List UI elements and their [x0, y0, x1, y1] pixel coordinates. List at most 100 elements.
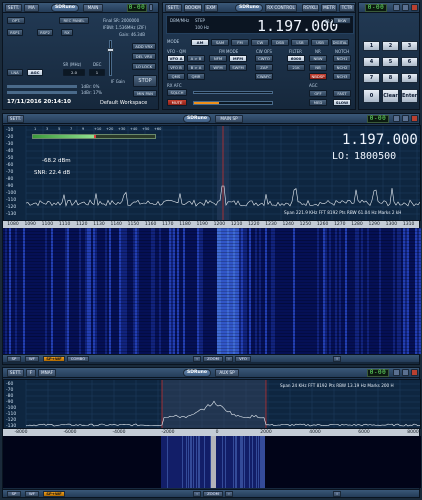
keypad-key-8[interactable]: 8: [382, 73, 399, 83]
sr-select[interactable]: 2.0: [63, 69, 85, 76]
keypad-key-3[interactable]: 3: [401, 41, 418, 51]
mode-sam-button[interactable]: SAM: [211, 39, 229, 46]
main-spectrum[interactable]: -10 -20 -30 -40 -50 -60 -70 -80 -90 -100 -110 -120 -…: [3, 125, 421, 221]
mode-dsb-button[interactable]: DSB: [271, 39, 289, 46]
if-gain-thumb[interactable]: [107, 48, 114, 52]
keypad-key-9[interactable]: 9: [401, 73, 418, 83]
mode-fm-button[interactable]: FM: [231, 39, 249, 46]
close-icon[interactable]: [411, 369, 418, 376]
vfo-b-button[interactable]: VFO B: [167, 64, 185, 71]
wf-button[interactable]: WF: [25, 356, 39, 362]
aux-sp-button[interactable]: SP: [7, 491, 21, 497]
vfo-a-button[interactable]: VFO A: [167, 55, 185, 62]
tctr-button[interactable]: TCTR: [339, 4, 355, 12]
keypad-key-clear[interactable]: Clear: [382, 89, 399, 103]
nch2-button[interactable]: NCH2: [333, 64, 351, 71]
nbw-button[interactable]: NBW: [309, 55, 327, 62]
mode-cw-button[interactable]: CW: [251, 39, 269, 46]
keypad-key-7[interactable]: 7: [363, 73, 380, 83]
min-pan-button[interactable]: MIN PAN: [133, 90, 157, 97]
aux-spectrum[interactable]: -60 -70 -80 -90 -100 -110 -120 -130 Span 24 KHz…: [3, 379, 421, 429]
qmr-button[interactable]: QMR: [187, 73, 205, 80]
zap-button[interactable]: ZAP: [255, 64, 273, 71]
rsp2-button[interactable]: RSP2: [37, 29, 53, 36]
keypad-key-6[interactable]: 6: [401, 57, 418, 67]
main-sett-button[interactable]: SETT.: [5, 4, 22, 12]
keypad-key-4[interactable]: 4: [363, 57, 380, 67]
close-icon[interactable]: [411, 4, 418, 11]
wfm-button[interactable]: WFM: [209, 64, 227, 71]
vfo-button[interactable]: VFO: [235, 356, 251, 362]
stop-button[interactable]: STOP: [133, 75, 157, 87]
cwafc-button[interactable]: CWAFC: [255, 73, 273, 80]
mode-am-button[interactable]: AM: [191, 39, 209, 46]
main-minimize-icon[interactable]: [149, 4, 153, 11]
mnaf-button[interactable]: MNAF: [38, 369, 56, 377]
del-vrx-button[interactable]: DEL VRX: [132, 53, 156, 60]
minimize-icon[interactable]: [393, 369, 400, 376]
mute-button[interactable]: MUTE: [167, 99, 187, 106]
close-icon[interactable]: [411, 115, 418, 122]
nch3-button[interactable]: NCH3: [333, 73, 351, 80]
mfm-button[interactable]: MFM: [229, 55, 247, 62]
aux-sett-button[interactable]: SETT.: [7, 369, 24, 377]
keypad-key-5[interactable]: 5: [382, 57, 399, 67]
rsp1-button[interactable]: RSP1: [7, 29, 23, 36]
mode-usb-button[interactable]: USB: [311, 39, 329, 46]
keypad-key-1[interactable]: 1: [363, 41, 380, 51]
rec-panel-button[interactable]: REC PANEL: [59, 17, 89, 24]
minimize-icon[interactable]: [393, 115, 400, 122]
info-button[interactable]: i: [333, 356, 341, 362]
mode-digital-button[interactable]: DIGITAL: [331, 39, 349, 46]
filter-21k-button[interactable]: 21K: [287, 64, 305, 71]
step-value[interactable]: 100 Hz: [195, 25, 209, 30]
a-to-b-button[interactable]: A > B: [187, 55, 205, 62]
mode-lsb-button[interactable]: LSB: [291, 39, 309, 46]
maximize-icon[interactable]: [402, 115, 409, 122]
nb-button[interactable]: NB: [309, 64, 327, 71]
rx-sett-button[interactable]: SETT.: [165, 4, 182, 12]
nfm-button[interactable]: NFM: [209, 55, 227, 62]
sp-wf-button[interactable]: SP+WF: [43, 356, 65, 362]
bkw-button[interactable]: BKW: [333, 17, 351, 24]
b-to-a-button[interactable]: B > A: [187, 64, 205, 71]
zoom-out-button[interactable]: ‹: [193, 356, 201, 362]
zoom-in-button[interactable]: ›: [225, 356, 233, 362]
opt-button[interactable]: OPT.: [7, 17, 25, 24]
agc-button[interactable]: AGC: [27, 69, 43, 76]
aux-wf-button[interactable]: WF: [25, 491, 39, 497]
maximize-icon[interactable]: [402, 369, 409, 376]
agc-off-button[interactable]: OFF: [309, 90, 327, 97]
sp-button[interactable]: SP: [7, 356, 21, 362]
swfm-button[interactable]: SWFM: [229, 64, 247, 71]
rsykl-button[interactable]: RSYKLI: [302, 4, 319, 12]
aux-sp-wf-button[interactable]: SP+WF: [43, 491, 65, 497]
bookm-button[interactable]: BOOKM: [184, 4, 202, 12]
maximize-icon[interactable]: [402, 4, 409, 11]
minimize-icon[interactable]: [393, 4, 400, 11]
nbdsp-button[interactable]: NBDSP: [309, 73, 327, 80]
lna-button[interactable]: LNA: [7, 69, 23, 76]
qms-button[interactable]: QMS: [167, 73, 185, 80]
keypad-key-2[interactable]: 2: [382, 41, 399, 51]
exm-button[interactable]: EXM: [204, 4, 218, 12]
keypad-key-enter[interactable]: Enter: [401, 89, 418, 103]
add-vrx-button[interactable]: ADD VRX: [132, 43, 156, 50]
metr-button[interactable]: METR: [321, 4, 337, 12]
aux-f-button[interactable]: F: [26, 369, 36, 377]
agc-med-button[interactable]: MED: [309, 99, 327, 106]
aux-zoom-in-button[interactable]: ›: [225, 491, 233, 497]
volume-slider[interactable]: [193, 101, 273, 105]
cwto-button[interactable]: CWTO: [255, 55, 273, 62]
lo-lock-button[interactable]: LO LOCK: [132, 63, 156, 70]
combo-button[interactable]: COMBO: [67, 356, 89, 362]
squelch-button[interactable]: SQLCH: [167, 89, 187, 96]
main-waterfall[interactable]: [3, 228, 421, 354]
keypad-key-0[interactable]: 0: [363, 89, 380, 103]
agc-slow-button[interactable]: SLOW: [333, 99, 351, 106]
nch1-button[interactable]: NCH1: [333, 55, 351, 62]
aux-waterfall[interactable]: [3, 436, 421, 488]
filter-6000-button[interactable]: 6000: [287, 55, 305, 62]
main-ma-button[interactable]: MA: [24, 4, 39, 12]
if-gain-slider[interactable]: [109, 40, 112, 76]
